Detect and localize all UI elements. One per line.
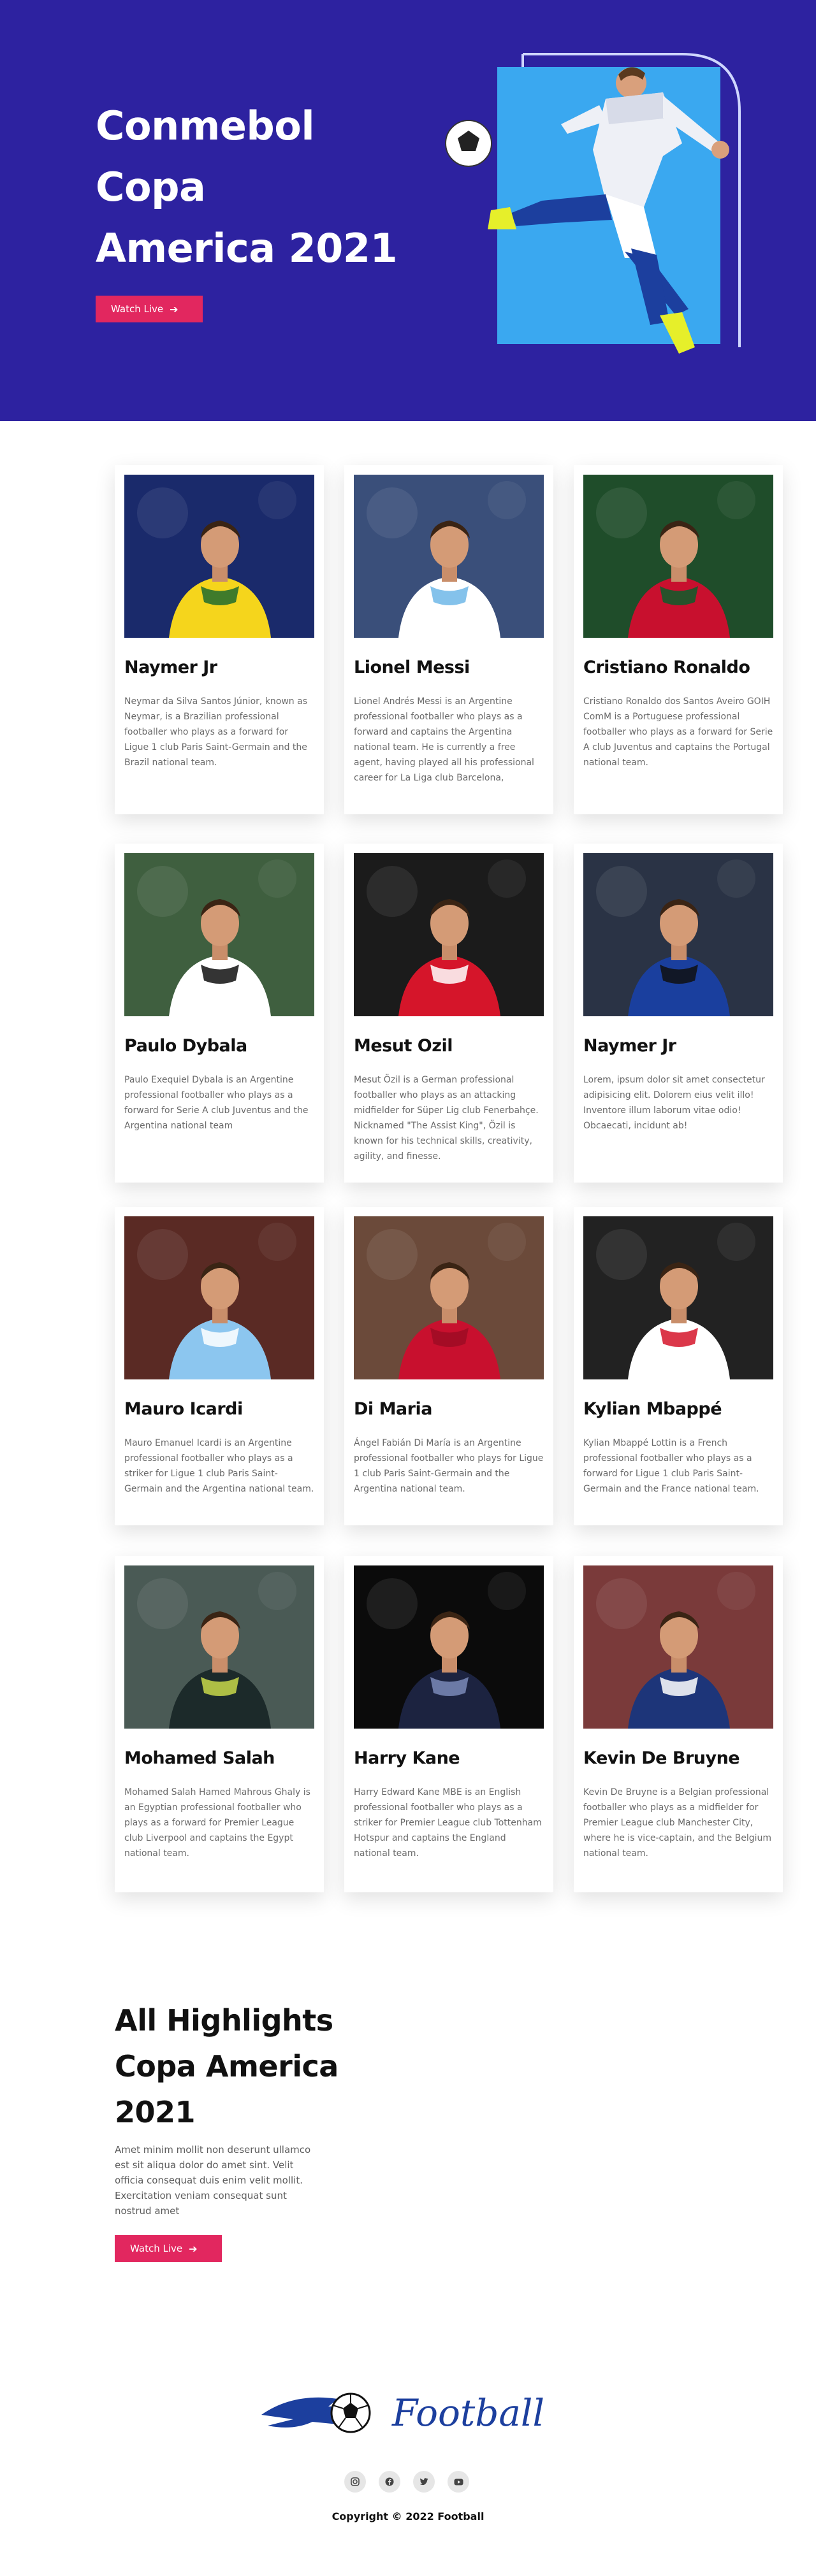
- player-name: Cristiano Ronaldo: [583, 658, 750, 677]
- football-logo[interactable]: Football: [255, 2380, 567, 2443]
- player-name: Kevin De Bruyne: [583, 1748, 740, 1768]
- player-description: Mohamed Salah Hamed Mahrous Ghaly is an …: [124, 1787, 310, 1859]
- hero-title-line: Conmebol: [96, 103, 315, 149]
- player-photo: [583, 1565, 773, 1729]
- player-photo: [124, 1565, 314, 1729]
- highlights-title-line: All Highlights: [115, 2003, 333, 2038]
- player-description: Kevin De Bruyne is a Belgian professiona…: [583, 1787, 772, 1859]
- player-card[interactable]: Cristiano Ronaldo Cristiano Ronaldo dos S…: [574, 465, 783, 814]
- player-description: Neymar da Silva Santos Júnior, known as …: [124, 696, 308, 768]
- player-photo: [124, 475, 314, 638]
- player-description: Ángel Fabián Di María is an Argentine pr…: [354, 1438, 544, 1494]
- player-photo: [583, 1216, 773, 1379]
- social-links: [344, 2471, 469, 2493]
- player-card[interactable]: Harry Kane Harry Edward Kane MBE is an En…: [344, 1556, 553, 1892]
- player-description: Paulo Exequiel Dybala is an Argentine pr…: [124, 1075, 309, 1131]
- hero-title-line: America 2021: [96, 225, 398, 271]
- player-card[interactable]: Lionel Messi Lionel Andrés Messi is an Ar…: [344, 465, 553, 814]
- player-photo: [583, 853, 773, 1016]
- player-name: Kylian Mbappé: [583, 1399, 722, 1419]
- highlights-title-line: 2021: [115, 2095, 196, 2129]
- player-name: Naymer Jr: [124, 658, 217, 677]
- hero-title-line: Copa: [96, 164, 206, 210]
- highlights-text: Amet minim mollit non deserunt ullamco e…: [115, 2144, 311, 2217]
- player-description: Mauro Emanuel Icardi is an Argentine pro…: [124, 1438, 314, 1494]
- player-card[interactable]: Kevin De Bruyne Kevin De Bruyne is a Belg…: [574, 1556, 783, 1892]
- hero-title: Conmebol Copa America 2021: [96, 96, 427, 279]
- hero-player-illustration: [445, 53, 741, 354]
- player-description: Kylian Mbappé Lottin is a French profess…: [583, 1438, 759, 1494]
- player-name: Mohamed Salah: [124, 1748, 275, 1768]
- player-description: Mesut Özil is a German professional foot…: [354, 1075, 539, 1162]
- player-name: Mauro Icardi: [124, 1399, 243, 1419]
- player-card[interactable]: Naymer Jr Neymar da Silva Santos Júnior, …: [115, 465, 324, 814]
- arrow-right-icon: ➔: [189, 2242, 198, 2255]
- highlights-title: All Highlights Copa America 2021: [115, 1997, 370, 2135]
- player-name: Paulo Dybala: [124, 1036, 247, 1056]
- player-description: Harry Edward Kane MBE is an English prof…: [354, 1787, 542, 1859]
- player-photo: [124, 853, 314, 1016]
- player-card[interactable]: Paulo Dybala Paulo Exequiel Dybala is an …: [115, 844, 324, 1183]
- arrow-right-icon: ➔: [170, 303, 178, 315]
- player-photo: [354, 853, 544, 1016]
- watch-live-label: Watch Live: [130, 2243, 183, 2254]
- logo-graphic: Football: [261, 2391, 544, 2435]
- player-photo: [354, 1565, 544, 1729]
- player-name: Harry Kane: [354, 1748, 460, 1768]
- player-name: Lionel Messi: [354, 658, 470, 677]
- player-photo: [124, 1216, 314, 1379]
- player-description: Cristiano Ronaldo dos Santos Aveiro GOIH…: [583, 696, 773, 768]
- hero-section: Conmebol Copa America 2021 Watch Live ➔: [0, 0, 816, 421]
- instagram-icon[interactable]: [344, 2471, 366, 2493]
- copyright-text: Copyright © 2022 Football: [332, 2510, 484, 2522]
- player-name: Di Maria: [354, 1399, 432, 1419]
- watch-live-label: Watch Live: [111, 303, 164, 315]
- twitter-icon[interactable]: [413, 2471, 435, 2493]
- player-name: Naymer Jr: [583, 1036, 676, 1056]
- player-card[interactable]: Kylian Mbappé Kylian Mbappé Lottin is a F…: [574, 1207, 783, 1525]
- football-icon: [445, 120, 492, 167]
- player-description: Lorem, ipsum dolor sit amet consectetur …: [583, 1075, 765, 1131]
- player-description: Lionel Andrés Messi is an Argentine prof…: [354, 696, 534, 783]
- highlights-title-line: Copa America: [115, 2049, 339, 2083]
- player-card[interactable]: Mauro Icardi Mauro Emanuel Icardi is an A…: [115, 1207, 324, 1525]
- watch-live-button[interactable]: Watch Live ➔: [96, 296, 203, 322]
- youtube-icon[interactable]: [448, 2471, 469, 2493]
- highlights-watch-live-button[interactable]: Watch Live ➔: [115, 2235, 222, 2262]
- player-card[interactable]: Mohamed Salah Mohamed Salah Hamed Mahrous…: [115, 1556, 324, 1892]
- player-card[interactable]: Mesut Ozil Mesut Özil is a German profess…: [344, 844, 553, 1183]
- player-name: Mesut Ozil: [354, 1036, 453, 1056]
- facebook-icon[interactable]: [379, 2471, 400, 2493]
- player-card[interactable]: Di Maria Ángel Fabián Di María is an Arge…: [344, 1207, 553, 1525]
- player-card[interactable]: Naymer Jr Lorem, ipsum dolor sit amet con…: [574, 844, 783, 1183]
- logo-text: Football: [391, 2391, 544, 2435]
- player-photo: [354, 1216, 544, 1379]
- player-photo: [583, 475, 773, 638]
- player-photo: [354, 475, 544, 638]
